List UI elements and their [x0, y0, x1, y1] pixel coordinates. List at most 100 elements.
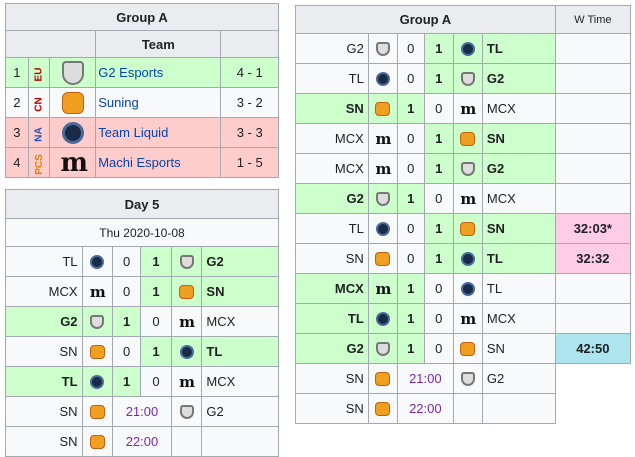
- team2-logo[interactable]: m: [452, 93, 483, 124]
- g2-icon[interactable]: [90, 315, 105, 330]
- team1-logo[interactable]: m: [367, 153, 398, 184]
- machi-icon[interactable]: m: [375, 282, 391, 297]
- team2-logo[interactable]: [452, 213, 483, 244]
- machi-logo[interactable]: m: [61, 150, 88, 176]
- team1-logo[interactable]: m: [81, 276, 114, 307]
- g2-icon[interactable]: [460, 72, 475, 87]
- team2-name[interactable]: SN: [481, 123, 556, 154]
- team1-name[interactable]: MCX: [295, 273, 369, 304]
- team1-name[interactable]: SN: [295, 363, 369, 394]
- team2-logo[interactable]: [452, 273, 483, 304]
- suning-icon[interactable]: [375, 372, 391, 387]
- team1-name[interactable]: G2: [295, 33, 369, 64]
- machi-icon[interactable]: m: [460, 192, 476, 207]
- team1-logo[interactable]: [81, 246, 114, 277]
- team2-logo[interactable]: [452, 63, 483, 94]
- team-liquid-icon[interactable]: [179, 345, 194, 360]
- g2-logo[interactable]: [61, 60, 84, 85]
- team-logo[interactable]: [49, 57, 97, 88]
- team1-name[interactable]: TL: [5, 246, 83, 277]
- team2-name[interactable]: G2: [201, 246, 279, 277]
- team2-logo[interactable]: [170, 396, 203, 427]
- machi-icon[interactable]: m: [375, 132, 391, 147]
- suning-icon[interactable]: [179, 285, 195, 300]
- suning-icon[interactable]: [460, 342, 476, 357]
- team-name-cell[interactable]: Team Liquid: [95, 117, 222, 148]
- team2-name[interactable]: TL: [481, 273, 556, 304]
- suning-icon[interactable]: [375, 252, 391, 267]
- team2-name[interactable]: [481, 393, 556, 424]
- team1-logo[interactable]: m: [367, 123, 398, 154]
- team1-name[interactable]: SN: [295, 243, 369, 274]
- suning-icon[interactable]: [89, 405, 105, 420]
- machi-icon[interactable]: m: [375, 162, 391, 177]
- team2-logo[interactable]: m: [170, 366, 203, 397]
- team1-name[interactable]: SN: [5, 426, 83, 457]
- team2-logo[interactable]: [452, 393, 483, 424]
- suning-icon[interactable]: [89, 435, 105, 450]
- team1-name[interactable]: TL: [295, 63, 369, 94]
- team2-name[interactable]: MCX: [201, 306, 279, 337]
- machi-icon[interactable]: m: [460, 312, 476, 327]
- machi-icon[interactable]: m: [179, 315, 195, 330]
- team1-logo[interactable]: [367, 63, 398, 94]
- team1-name[interactable]: SN: [295, 393, 369, 424]
- team2-name[interactable]: G2: [481, 63, 556, 94]
- team2-name[interactable]: SN: [201, 276, 279, 307]
- team1-name[interactable]: SN: [5, 396, 83, 427]
- g2-icon[interactable]: [460, 372, 475, 387]
- team-liquid-icon[interactable]: [90, 375, 105, 390]
- team-logo[interactable]: [49, 87, 97, 118]
- team2-logo[interactable]: m: [452, 183, 483, 214]
- team-link[interactable]: Suning: [98, 95, 138, 110]
- team1-logo[interactable]: [367, 183, 398, 214]
- team1-logo[interactable]: [81, 396, 114, 427]
- team2-name[interactable]: SN: [481, 333, 556, 364]
- team1-logo[interactable]: [367, 93, 398, 124]
- team-liquid-icon[interactable]: [460, 282, 475, 297]
- team1-name[interactable]: TL: [295, 303, 369, 334]
- team-liquid-icon[interactable]: [375, 72, 390, 87]
- team2-logo[interactable]: [170, 336, 203, 367]
- team1-logo[interactable]: [367, 363, 398, 394]
- team2-name[interactable]: TL: [481, 243, 556, 274]
- team1-name[interactable]: MCX: [295, 153, 369, 184]
- team2-name[interactable]: [201, 426, 279, 457]
- team-link[interactable]: Team Liquid: [98, 125, 168, 140]
- g2-icon[interactable]: [179, 255, 194, 270]
- team1-name[interactable]: TL: [295, 213, 369, 244]
- team2-name[interactable]: MCX: [481, 93, 556, 124]
- machi-icon[interactable]: m: [179, 375, 195, 390]
- team2-name[interactable]: SN: [481, 213, 556, 244]
- team2-logo[interactable]: [452, 363, 483, 394]
- team2-logo[interactable]: [170, 276, 203, 307]
- team1-logo[interactable]: [367, 213, 398, 244]
- team-liquid-icon[interactable]: [460, 252, 475, 267]
- team2-logo[interactable]: [452, 153, 483, 184]
- team1-name[interactable]: G2: [5, 306, 83, 337]
- team2-name[interactable]: TL: [481, 33, 556, 64]
- team1-logo[interactable]: [81, 426, 114, 457]
- team2-logo[interactable]: [452, 123, 483, 154]
- team1-logo[interactable]: m: [367, 273, 398, 304]
- team2-logo[interactable]: [452, 333, 483, 364]
- team1-logo[interactable]: [367, 393, 398, 424]
- team-name-cell[interactable]: Suning: [95, 87, 222, 118]
- suning-icon[interactable]: [375, 402, 391, 417]
- team2-name[interactable]: G2: [481, 363, 556, 394]
- team2-logo[interactable]: [452, 243, 483, 274]
- team1-logo[interactable]: [81, 366, 114, 397]
- team-link[interactable]: Machi Esports: [98, 155, 180, 170]
- machi-icon[interactable]: m: [460, 102, 476, 117]
- team2-name[interactable]: MCX: [481, 183, 556, 214]
- suning-icon[interactable]: [89, 345, 105, 360]
- team1-name[interactable]: SN: [295, 93, 369, 124]
- g2-icon[interactable]: [460, 162, 475, 177]
- suning-icon[interactable]: [460, 132, 476, 147]
- team1-logo[interactable]: [367, 33, 398, 64]
- team-logo[interactable]: m: [49, 147, 97, 178]
- team1-name[interactable]: TL: [5, 366, 83, 397]
- team1-logo[interactable]: [367, 303, 398, 334]
- machi-icon[interactable]: m: [90, 285, 106, 300]
- g2-icon[interactable]: [375, 342, 390, 357]
